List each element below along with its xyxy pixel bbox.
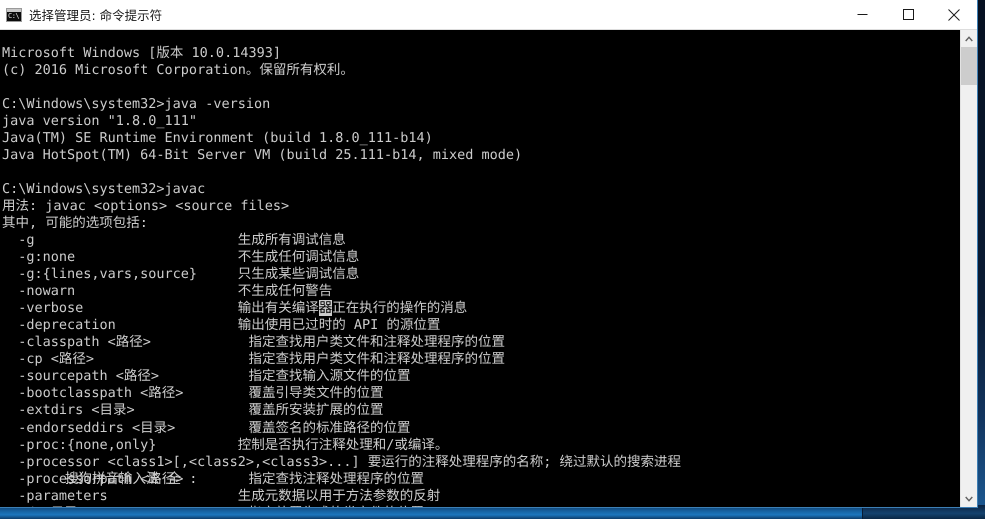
desktop-background: C:\ 选择管理员: 命令提示符 Microsoft Windows [版本 1… bbox=[0, 0, 985, 519]
maximize-button[interactable] bbox=[885, 0, 931, 29]
title-bar[interactable]: C:\ 选择管理员: 命令提示符 bbox=[0, 0, 977, 30]
window-title: 选择管理员: 命令提示符 bbox=[29, 8, 163, 23]
ime-label: 搜狗拼音输入法 全 : bbox=[65, 471, 198, 487]
command-prompt-window: C:\ 选择管理员: 命令提示符 Microsoft Windows [版本 1… bbox=[0, 0, 978, 508]
scroll-down-icon bbox=[965, 496, 973, 502]
ime-status-bar[interactable]: 搜狗拼音输入法 全 : bbox=[0, 454, 197, 505]
scrollbar-track[interactable] bbox=[961, 85, 977, 490]
minimize-icon bbox=[857, 14, 867, 15]
cmd-icon-label: C:\ bbox=[8, 11, 20, 20]
minimize-button[interactable] bbox=[839, 0, 885, 29]
close-button[interactable] bbox=[931, 0, 977, 29]
console-output-area[interactable]: Microsoft Windows [版本 10.0.14393] (c) 20… bbox=[0, 30, 977, 507]
scrollbar-thumb[interactable] bbox=[961, 47, 977, 85]
maximize-icon bbox=[902, 9, 914, 20]
scroll-down-button[interactable] bbox=[961, 490, 977, 507]
scroll-up-icon bbox=[965, 35, 973, 41]
window-controls bbox=[839, 0, 977, 29]
cmd-icon: C:\ bbox=[6, 7, 22, 22]
close-icon bbox=[948, 8, 960, 21]
vertical-scrollbar[interactable] bbox=[960, 30, 977, 507]
scroll-up-button[interactable] bbox=[961, 30, 977, 47]
console-text: Microsoft Windows [版本 10.0.14393] (c) 20… bbox=[2, 44, 682, 508]
